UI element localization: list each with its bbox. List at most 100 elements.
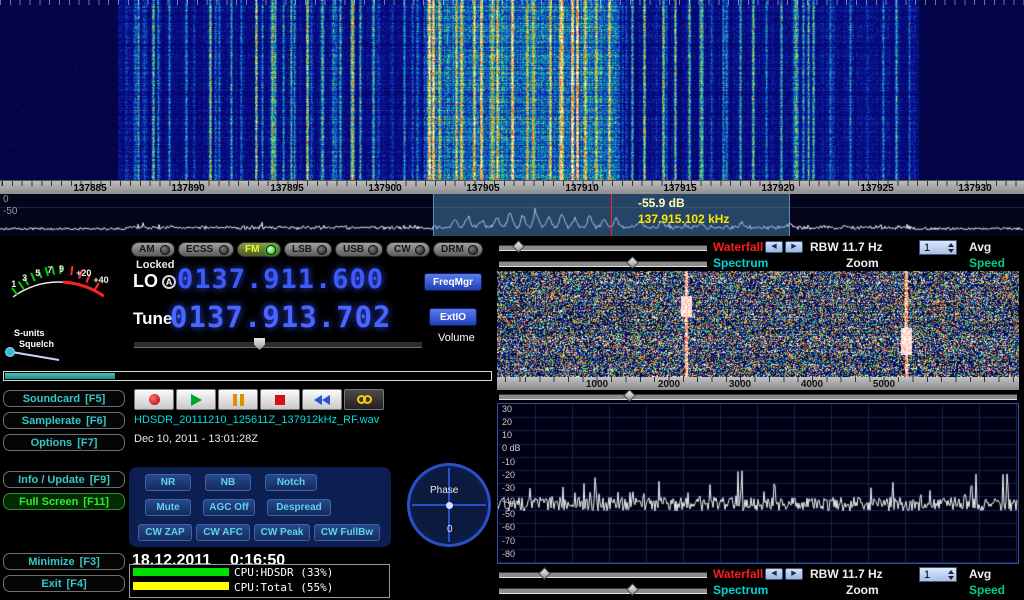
spectrum-tab-bottom[interactable]: Spectrum <box>713 583 768 597</box>
stop-button[interactable] <box>260 389 300 410</box>
minimize-button[interactable]: Minimize [F3] <box>3 553 125 570</box>
exit-button[interactable]: Exit [F4] <box>3 575 125 592</box>
spectrum-zoom-slider[interactable] <box>499 261 707 267</box>
waterfall-tab[interactable]: Waterfall <box>713 240 763 254</box>
smeter-scale-label: 5 <box>35 268 40 278</box>
squelch-knob[interactable] <box>6 348 15 357</box>
main-waterfall-display[interactable] <box>0 0 1024 180</box>
pan-right-button-bottom[interactable]: ▶ <box>785 568 803 580</box>
locked-label: Locked <box>136 259 175 271</box>
despread-button[interactable]: Despread <box>267 499 331 516</box>
smeter-scale-label: +40 <box>93 275 108 285</box>
audio-spectrum-display[interactable]: 30 20 10 0 dB -10 -20 -30 -40 -50 -60 -7… <box>497 403 1019 564</box>
info-update-button[interactable]: Info / Update [F9] <box>3 471 125 488</box>
freqmgr-button[interactable]: FreqMgr <box>424 273 482 291</box>
mode-label: LSB <box>292 244 312 255</box>
vfo-a-badge[interactable]: A <box>162 275 176 289</box>
mode-button-usb[interactable]: USB <box>335 242 383 257</box>
volume-slider[interactable] <box>134 341 422 348</box>
cw-zap-button[interactable]: CW ZAP <box>138 524 192 541</box>
db-label: 0 dB <box>502 444 521 453</box>
audio-tick-label: 5000 <box>873 379 895 390</box>
mode-button-drm[interactable]: DRM <box>433 242 483 257</box>
phase-label: Phase <box>430 485 458 496</box>
waterfall-tab-bottom[interactable]: Waterfall <box>713 567 763 581</box>
fullscreen-button[interactable]: Full Screen [F11] <box>3 493 125 510</box>
waterfall-contrast-slider-bottom[interactable] <box>499 572 707 578</box>
button-hotkey: [F4] <box>67 578 87 590</box>
spectrum-tab[interactable]: Spectrum <box>713 256 768 270</box>
recording-timestamp: Dec 10, 2011 - 13:01:28Z <box>134 433 258 445</box>
record-button[interactable] <box>134 389 174 410</box>
spectrum-zoom-slider-bottom[interactable] <box>499 588 707 594</box>
waterfall-contrast-slider[interactable] <box>499 245 707 251</box>
audio-frequency-ruler[interactable]: 1000 2000 3000 4000 5000 <box>497 377 1019 390</box>
phase-dial: Phase 0 <box>407 463 491 547</box>
speed-label: Speed <box>969 256 1005 270</box>
mode-button-ecss[interactable]: ECSS <box>178 242 234 257</box>
mute-button[interactable]: Mute <box>145 499 191 516</box>
frequency-ruler[interactable]: 137885 137890 137895 137900 137905 13791… <box>0 180 1024 194</box>
samplerate-button[interactable]: Samplerate [F6] <box>3 412 125 429</box>
pause-icon <box>233 394 244 406</box>
volume-slider-thumb[interactable] <box>254 338 265 350</box>
main-spectrum-display[interactable]: 0 -50 -55.9 dB 137.915.102 kHz <box>0 194 1024 236</box>
mode-button-fm[interactable]: FM <box>237 242 281 257</box>
avg-dropdown-bottom[interactable]: 1 <box>919 567 957 582</box>
mode-button-lsb[interactable]: LSB <box>284 242 332 257</box>
button-hotkey: [F6] <box>86 415 106 427</box>
mode-button-cw[interactable]: CW <box>386 242 430 257</box>
audio-tick-label: 4000 <box>801 379 823 390</box>
button-label: Exit <box>41 578 61 590</box>
smeter-units-caption: S-units <box>14 328 45 338</box>
button-label: Info / Update <box>18 474 85 486</box>
phase-center-dot <box>446 502 453 509</box>
level-bar[interactable] <box>3 371 492 381</box>
db-axis-label: -50 <box>3 206 17 217</box>
db-axis-label: 0 <box>3 194 9 205</box>
mode-label: AM <box>139 244 155 255</box>
nb-button[interactable]: NB <box>205 474 251 491</box>
spin-up-icon <box>948 243 954 247</box>
waterfall-frequency-ticks <box>0 0 1024 5</box>
lo-frequency-display[interactable]: 0137.911.600 <box>177 264 384 295</box>
tune-marker-line <box>611 194 612 236</box>
cpu-hdsdr-text: CPU:HDSDR (33%) <box>234 566 333 579</box>
soundcard-button[interactable]: Soundcard [F5] <box>3 390 125 407</box>
options-button[interactable]: Options [F7] <box>3 434 125 451</box>
cw-peak-button[interactable]: CW Peak <box>254 524 310 541</box>
mode-led <box>368 245 378 255</box>
mode-label: DRM <box>441 244 464 255</box>
avg-spinner[interactable] <box>945 570 956 580</box>
rbw-readout-bottom: RBW 11.7 Hz <box>810 567 883 581</box>
loop-button[interactable] <box>344 389 384 410</box>
pause-button[interactable] <box>218 389 258 410</box>
recording-filename: HDSDR_20111210_125611Z_137912kHz_RF.wav <box>134 414 379 426</box>
rewind-button[interactable] <box>302 389 342 410</box>
agc-button[interactable]: AGC Off <box>203 499 255 516</box>
cw-fullbw-button[interactable]: CW FullBw <box>314 524 380 541</box>
tune-label: Tune <box>133 309 172 329</box>
avg-spinner[interactable] <box>945 243 956 253</box>
cw-afc-button[interactable]: CW AFC <box>196 524 250 541</box>
pan-left-button-bottom[interactable]: ◀ <box>765 568 783 580</box>
extio-button[interactable]: ExtIO <box>429 308 477 326</box>
avg-dropdown[interactable]: 1 <box>919 240 957 255</box>
mode-label: ECSS <box>186 244 213 255</box>
transport-controls <box>134 389 384 410</box>
audio-waterfall-display[interactable] <box>497 271 1019 377</box>
record-icon <box>149 394 160 405</box>
audio-pan-slider[interactable] <box>499 394 1017 400</box>
pan-left-button[interactable]: ◀ <box>765 241 783 253</box>
play-button[interactable] <box>176 389 216 410</box>
mode-button-am[interactable]: AM <box>131 242 175 257</box>
notch-button[interactable]: Notch <box>265 474 317 491</box>
pan-right-button[interactable]: ▶ <box>785 241 803 253</box>
button-label: Samplerate <box>22 415 81 427</box>
nr-button[interactable]: NR <box>145 474 191 491</box>
db-label: 30 <box>502 405 512 414</box>
cpu-total-text: CPU:Total (55%) <box>234 581 333 594</box>
mode-label: CW <box>394 244 411 255</box>
tune-frequency-display[interactable]: 0137.913.702 <box>170 300 392 334</box>
s-meter[interactable]: 1 3 5 7 9 +20 +40 S-units Squelch <box>1 248 121 370</box>
